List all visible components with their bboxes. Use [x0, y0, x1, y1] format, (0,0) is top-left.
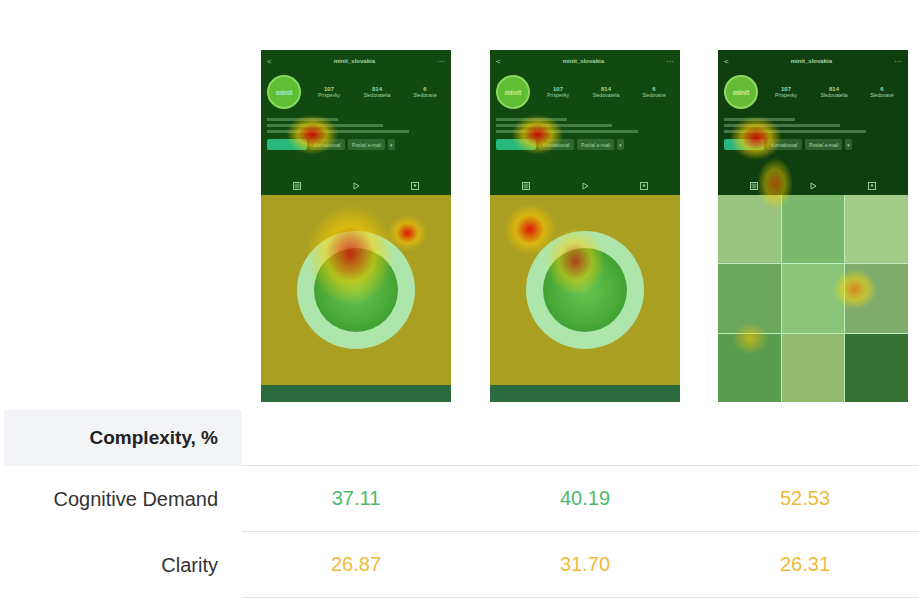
follow-button[interactable]	[724, 139, 764, 150]
bio	[496, 112, 674, 139]
post-strip	[490, 385, 680, 402]
metric-value: 40.19	[470, 466, 700, 532]
post-image[interactable]	[490, 195, 680, 385]
screen-cell: < minit_slovakia ··· minit 107 Príspevky…	[242, 50, 470, 410]
section-row: Complexity, %	[0, 410, 919, 466]
bio	[724, 112, 902, 139]
grid-icon[interactable]	[750, 182, 758, 190]
dropdown-button[interactable]: ▾	[617, 139, 624, 150]
metric-value: 31.70	[470, 532, 700, 598]
tab-bar	[267, 177, 445, 195]
more-button[interactable]: ···	[666, 57, 674, 66]
post-tile[interactable]	[718, 334, 781, 402]
action-button[interactable]: Poslať e-mail	[348, 139, 385, 150]
action-buttons: KontaktovaťPoslať e-mail ▾	[267, 139, 445, 150]
heatmap-overlay	[261, 50, 451, 402]
post-tile[interactable]	[845, 264, 908, 332]
back-button[interactable]: <	[496, 57, 501, 66]
top-bar: < minit_slovakia ···	[724, 50, 902, 72]
account-name: minit_slovakia	[791, 58, 832, 64]
avatar[interactable]: minit	[724, 75, 758, 109]
metric-value: 52.53	[700, 466, 919, 532]
dropdown-button[interactable]: ▾	[845, 139, 852, 150]
reels-icon[interactable]	[809, 182, 817, 190]
action-button[interactable]: Kontaktovať	[767, 139, 802, 150]
post-tile[interactable]	[782, 195, 845, 263]
post-tile[interactable]	[718, 264, 781, 332]
stat[interactable]: 107 Príspevky	[538, 86, 578, 98]
post-tile[interactable]	[782, 334, 845, 402]
plate	[526, 231, 644, 349]
metric-value: 26.87	[242, 532, 470, 598]
tab-bar	[724, 177, 902, 195]
metric-label: Clarity	[0, 532, 242, 598]
metric-label: Cognitive Demand	[0, 466, 242, 532]
follow-button[interactable]	[267, 139, 307, 150]
screen-cell: < minit_slovakia ··· minit 107 Príspevky…	[470, 50, 700, 410]
top-bar: < minit_slovakia ···	[267, 50, 445, 72]
plate	[297, 231, 415, 349]
tagged-icon[interactable]	[411, 182, 419, 190]
avatar[interactable]: minit	[496, 75, 530, 109]
heatmap-overlay	[490, 50, 680, 402]
avatar[interactable]: minit	[267, 75, 301, 109]
post-tile[interactable]	[782, 264, 845, 332]
action-button[interactable]: Kontaktovať	[539, 139, 574, 150]
metric-row: Clarity 26.8731.7026.31	[0, 532, 919, 598]
stat[interactable]: 107 Príspevky	[766, 86, 806, 98]
tab-bar	[496, 177, 674, 195]
grid-icon[interactable]	[293, 182, 301, 190]
top-bar: < minit_slovakia ···	[496, 50, 674, 72]
post-tile[interactable]	[845, 334, 908, 402]
stat[interactable]: 6 Sledované	[862, 86, 902, 98]
tagged-icon[interactable]	[868, 182, 876, 190]
metric-row: Cognitive Demand 37.1140.1952.53	[0, 466, 919, 532]
more-button[interactable]: ···	[894, 57, 902, 66]
dropdown-button[interactable]: ▾	[388, 139, 395, 150]
post-tile[interactable]	[845, 195, 908, 263]
stat[interactable]: 814 Sledovatelia	[814, 86, 854, 98]
heatmap-comparison: < minit_slovakia ··· minit 107 Príspevky…	[0, 0, 919, 603]
stat[interactable]: 107 Príspevky	[309, 86, 349, 98]
profile-stats: minit 107 Príspevky 814 Sledovatelia 6 Sle…	[496, 72, 674, 112]
post-tile[interactable]	[718, 195, 781, 263]
action-button[interactable]: Poslať e-mail	[805, 139, 842, 150]
profile-header: < minit_slovakia ··· minit 107 Príspevky…	[490, 50, 680, 195]
profile-screen: < minit_slovakia ··· minit 107 Príspevky…	[261, 50, 451, 402]
stat[interactable]: 814 Sledovatelia	[586, 86, 626, 98]
profile-stats: minit 107 Príspevky 814 Sledovatelia 6 Sle…	[267, 72, 445, 112]
profile-header: < minit_slovakia ··· minit 107 Príspevky…	[718, 50, 908, 195]
action-buttons: KontaktovaťPoslať e-mail ▾	[496, 139, 674, 150]
post-grid	[718, 195, 908, 402]
more-button[interactable]: ···	[437, 57, 445, 66]
section-label: Complexity, %	[4, 410, 242, 466]
follow-button[interactable]	[496, 139, 536, 150]
heatmap-overlay	[718, 50, 908, 402]
back-button[interactable]: <	[724, 57, 729, 66]
profile-screen: < minit_slovakia ··· minit 107 Príspevky…	[718, 50, 908, 402]
grid-icon[interactable]	[522, 182, 530, 190]
stat[interactable]: 6 Sledované	[405, 86, 445, 98]
metric-value: 37.11	[242, 466, 470, 532]
post-image[interactable]	[261, 195, 451, 385]
reels-icon[interactable]	[581, 182, 589, 190]
account-name: minit_slovakia	[563, 58, 604, 64]
action-button[interactable]: Kontaktovať	[310, 139, 345, 150]
profile-header: < minit_slovakia ··· minit 107 Príspevky…	[261, 50, 451, 195]
action-buttons: KontaktovaťPoslať e-mail ▾	[724, 139, 902, 150]
action-button[interactable]: Poslať e-mail	[577, 139, 614, 150]
post-strip	[261, 385, 451, 402]
stat[interactable]: 814 Sledovatelia	[357, 86, 397, 98]
reels-icon[interactable]	[352, 182, 360, 190]
profile-stats: minit 107 Príspevky 814 Sledovatelia 6 Sle…	[724, 72, 902, 112]
stat[interactable]: 6 Sledované	[634, 86, 674, 98]
account-name: minit_slovakia	[334, 58, 375, 64]
back-button[interactable]: <	[267, 57, 272, 66]
tagged-icon[interactable]	[640, 182, 648, 190]
metric-value: 26.31	[700, 532, 919, 598]
screens-row: < minit_slovakia ··· minit 107 Príspevky…	[0, 0, 919, 410]
profile-screen: < minit_slovakia ··· minit 107 Príspevky…	[490, 50, 680, 402]
bio	[267, 112, 445, 139]
screen-cell: < minit_slovakia ··· minit 107 Príspevky…	[700, 50, 919, 410]
